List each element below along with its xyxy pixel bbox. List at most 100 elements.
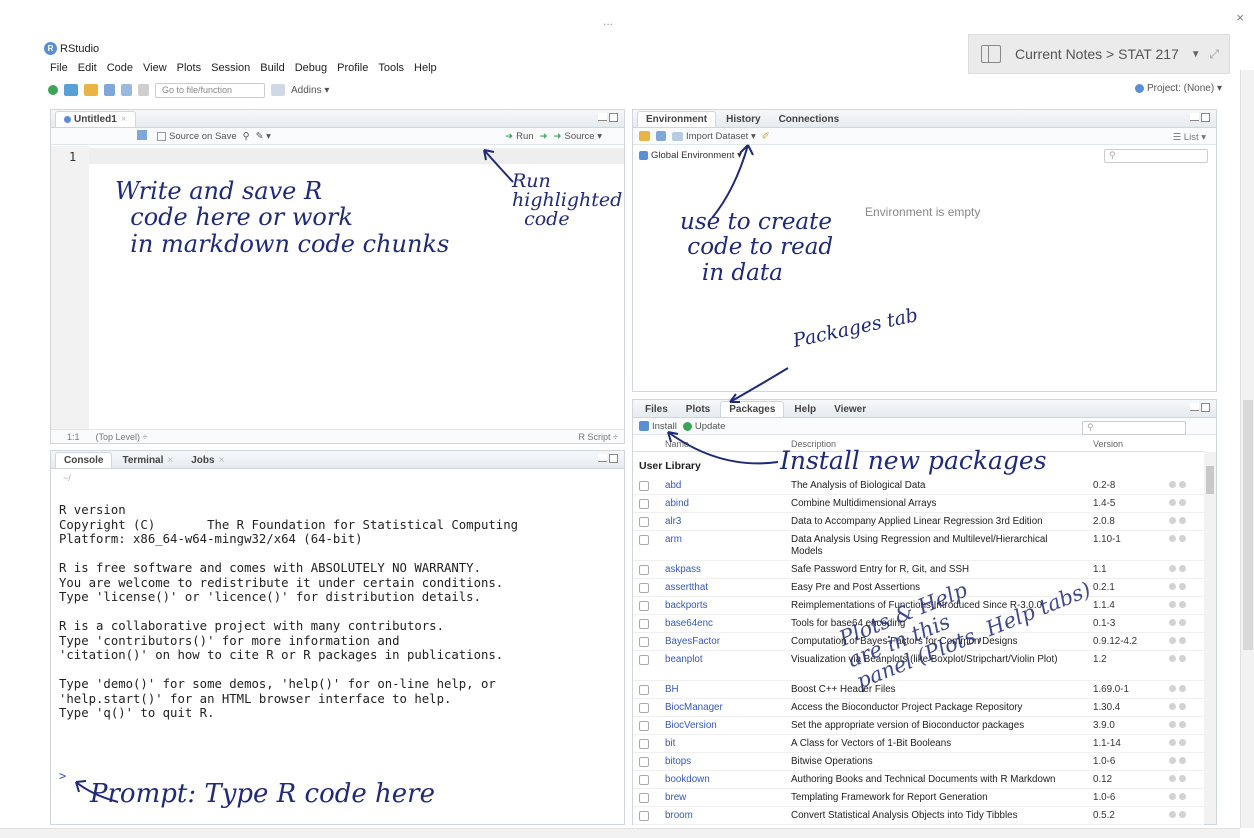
- maximize-icon[interactable]: [609, 454, 618, 463]
- import-dataset-button[interactable]: Import Dataset ▾: [672, 131, 756, 142]
- package-checkbox[interactable]: [639, 811, 649, 821]
- print-icon[interactable]: [138, 84, 149, 96]
- page-scrollbar[interactable]: [1240, 70, 1254, 828]
- remove-icon[interactable]: [1179, 739, 1186, 746]
- package-checkbox[interactable]: [639, 775, 649, 785]
- scope-selector[interactable]: (Top Level) ÷: [96, 432, 148, 442]
- addins-menu[interactable]: Addins ▾: [291, 85, 329, 96]
- package-name[interactable]: beanplot: [665, 654, 703, 665]
- environment-selector[interactable]: Global Environment ▾: [639, 150, 742, 161]
- menu-debug[interactable]: Debug: [295, 62, 327, 74]
- web-icon[interactable]: [1169, 757, 1176, 764]
- tab-help[interactable]: Help: [786, 401, 824, 417]
- chevron-down-icon[interactable]: ▼: [1191, 49, 1201, 60]
- col-name[interactable]: Name: [665, 439, 689, 449]
- web-icon[interactable]: [1169, 739, 1176, 746]
- packages-search-input[interactable]: ⚲: [1082, 421, 1186, 435]
- tab-terminal[interactable]: Terminal ×: [114, 452, 181, 468]
- menu-session[interactable]: Session: [211, 62, 250, 74]
- working-directory[interactable]: ~/: [63, 473, 71, 483]
- remove-icon[interactable]: [1179, 583, 1186, 590]
- package-name[interactable]: BayesFactor: [665, 636, 720, 647]
- new-project-icon[interactable]: [64, 84, 78, 96]
- menu-profile[interactable]: Profile: [337, 62, 368, 74]
- tab-plots[interactable]: Plots: [678, 401, 718, 417]
- package-name[interactable]: BiocManager: [665, 702, 723, 713]
- scroll-thumb[interactable]: [1206, 466, 1214, 494]
- package-checkbox[interactable]: [639, 499, 649, 509]
- package-checkbox[interactable]: [639, 535, 649, 545]
- package-name[interactable]: BiocVersion: [665, 720, 717, 731]
- expand-icon[interactable]: ⤢: [1209, 47, 1219, 62]
- package-checkbox[interactable]: [639, 685, 649, 695]
- open-icon[interactable]: [639, 131, 650, 141]
- web-icon[interactable]: [1169, 481, 1176, 488]
- package-name[interactable]: bookdown: [665, 774, 710, 785]
- source-button[interactable]: ➜ Source ▾: [554, 131, 602, 142]
- package-checkbox[interactable]: [639, 739, 649, 749]
- save-all-icon[interactable]: [121, 84, 132, 96]
- package-row[interactable]: bookdown Authoring Books and Technical Do…: [633, 771, 1204, 789]
- web-icon[interactable]: [1169, 535, 1176, 542]
- list-view-menu[interactable]: ☰ List ▾: [1173, 132, 1206, 143]
- broom-icon[interactable]: ✐: [762, 131, 770, 142]
- package-row[interactable]: brew Templating Framework for Report Gene…: [633, 789, 1204, 807]
- tab-untitled1[interactable]: Untitled1 ×: [55, 111, 136, 127]
- minimize-icon[interactable]: [598, 454, 607, 462]
- package-checkbox[interactable]: [639, 757, 649, 767]
- package-row[interactable]: abind Combine Multidimensional Arrays 1.4-…: [633, 495, 1204, 513]
- new-file-icon[interactable]: [48, 85, 58, 95]
- package-name[interactable]: brew: [665, 792, 686, 803]
- package-checkbox[interactable]: [639, 721, 649, 731]
- remove-icon[interactable]: [1179, 565, 1186, 572]
- grid-icon[interactable]: [271, 84, 285, 96]
- remove-icon[interactable]: [1179, 703, 1186, 710]
- package-row[interactable]: BH Boost C++ Header Files 1.69.0-1: [633, 681, 1204, 699]
- web-icon[interactable]: [1169, 655, 1176, 662]
- package-row[interactable]: abd The Analysis of Biological Data 0.2-8: [633, 477, 1204, 495]
- install-button[interactable]: Install: [639, 421, 677, 432]
- package-checkbox[interactable]: [639, 517, 649, 527]
- package-row[interactable]: broom Convert Statistical Analysis Object…: [633, 807, 1204, 825]
- remove-icon[interactable]: [1179, 685, 1186, 692]
- save-icon[interactable]: [656, 131, 666, 141]
- remove-icon[interactable]: [1179, 481, 1186, 488]
- package-checkbox[interactable]: [639, 619, 649, 629]
- package-row[interactable]: askpass Safe Password Entry for R, Git, a…: [633, 561, 1204, 579]
- remove-icon[interactable]: [1179, 535, 1186, 542]
- project-menu[interactable]: Project: (None) ▾: [1134, 83, 1222, 94]
- minimize-icon[interactable]: [1190, 113, 1199, 121]
- remove-icon[interactable]: [1179, 619, 1186, 626]
- remove-icon[interactable]: [1179, 601, 1186, 608]
- horizontal-scrollbar[interactable]: [0, 828, 1240, 838]
- minimize-icon[interactable]: [598, 113, 607, 121]
- source-on-save-toggle[interactable]: Source on Save: [157, 131, 237, 142]
- web-icon[interactable]: [1169, 793, 1176, 800]
- package-name[interactable]: base64enc: [665, 618, 713, 629]
- maximize-icon[interactable]: [1201, 403, 1210, 412]
- menu-build[interactable]: Build: [260, 62, 284, 74]
- web-icon[interactable]: [1169, 811, 1176, 818]
- package-row[interactable]: bitops Bitwise Operations 1.0-6: [633, 753, 1204, 771]
- save-icon[interactable]: [137, 130, 151, 142]
- menu-plots[interactable]: Plots: [177, 62, 201, 74]
- web-icon[interactable]: [1169, 775, 1176, 782]
- run-button[interactable]: ➜ Run: [505, 131, 533, 142]
- package-name[interactable]: arm: [665, 534, 682, 545]
- package-name[interactable]: bitops: [665, 756, 691, 767]
- web-icon[interactable]: [1169, 499, 1176, 506]
- open-file-icon[interactable]: [84, 84, 98, 96]
- menu-view[interactable]: View: [143, 62, 167, 74]
- maximize-icon[interactable]: [1201, 113, 1210, 122]
- tab-environment[interactable]: Environment: [637, 111, 717, 127]
- package-checkbox[interactable]: [639, 601, 649, 611]
- close-tab-icon[interactable]: ×: [167, 455, 173, 466]
- remove-icon[interactable]: [1179, 721, 1186, 728]
- tab-jobs[interactable]: Jobs ×: [183, 452, 232, 468]
- web-icon[interactable]: [1169, 601, 1176, 608]
- menu-edit[interactable]: Edit: [78, 62, 97, 74]
- remove-icon[interactable]: [1179, 499, 1186, 506]
- environment-search-input[interactable]: ⚲: [1104, 149, 1208, 163]
- package-checkbox[interactable]: [639, 703, 649, 713]
- tab-console[interactable]: Console: [55, 452, 113, 468]
